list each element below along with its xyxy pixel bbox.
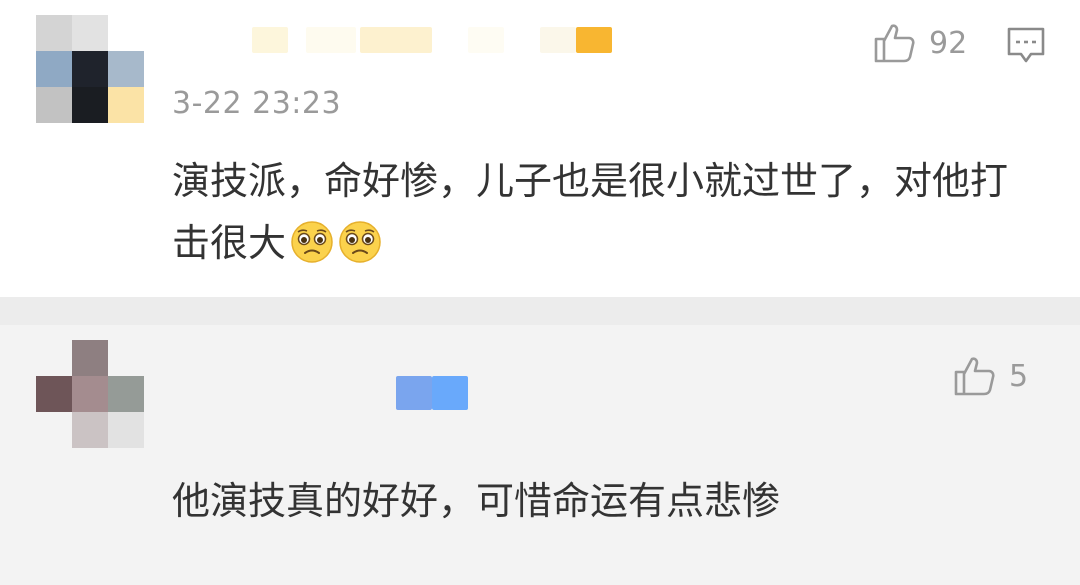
like-button[interactable]: 92 bbox=[873, 22, 967, 64]
comment-text: 演技派，命好惨，儿子也是很小就过世了，对他打击很大 bbox=[172, 150, 1042, 274]
pleading-face-emoji bbox=[291, 221, 333, 263]
comment-text: 他演技真的好好，可惜命运有点悲惨 bbox=[172, 479, 781, 523]
like-count: 5 bbox=[1009, 358, 1029, 394]
comment-bubble-icon[interactable] bbox=[1006, 25, 1046, 65]
like-button[interactable]: 5 bbox=[953, 355, 1028, 397]
comment-time: 3-22 23:23 bbox=[172, 86, 342, 121]
like-count: 92 bbox=[929, 25, 968, 61]
comment-item: 5 他演技真的好好，可惜命运有点悲惨 bbox=[0, 325, 1080, 585]
avatar[interactable] bbox=[36, 15, 144, 123]
thumbs-up-icon bbox=[874, 24, 915, 63]
avatar[interactable] bbox=[36, 340, 144, 448]
comment-item: 3-22 23:23 92 演技派，命好惨，儿子也是很小就过世了，对他打击很大 bbox=[0, 0, 1080, 297]
thumbs-up-icon bbox=[954, 357, 995, 396]
pleading-face-emoji bbox=[339, 221, 381, 263]
comment-divider bbox=[0, 297, 1080, 325]
